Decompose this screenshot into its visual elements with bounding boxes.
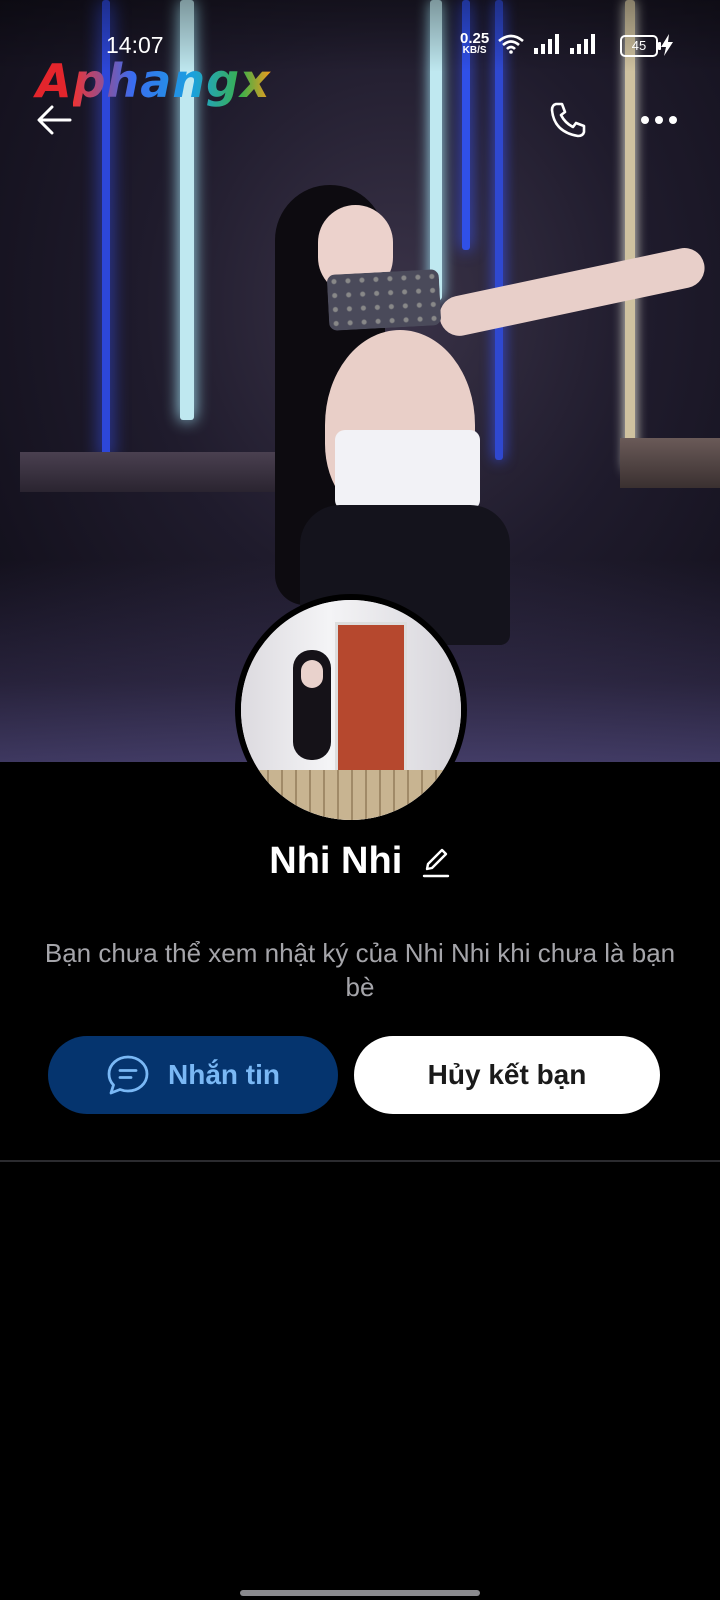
avatar-image <box>241 600 461 820</box>
message-button-label: Nhắn tin <box>168 1059 280 1090</box>
wifi-icon <box>498 34 524 54</box>
pencil-icon[interactable] <box>421 845 451 879</box>
network-speed-unit: KB/S <box>462 45 487 56</box>
person-top <box>335 430 480 510</box>
signal-icon <box>534 34 559 54</box>
shelf <box>620 438 720 488</box>
arrow-left-icon[interactable] <box>34 100 74 140</box>
diary-locked-notice: Bạn chưa thể xem nhật ký của Nhi Nhi khi… <box>44 938 676 1002</box>
watermark-logo-part: phangx <box>72 54 271 108</box>
avatar-floor <box>241 770 461 820</box>
more-horizontal-icon[interactable] <box>638 108 680 132</box>
network-speed-value: 0.25 <box>460 30 490 47</box>
message-button[interactable]: Nhắn tin <box>48 1036 338 1114</box>
shelf <box>20 452 280 492</box>
chat-bubble-icon <box>107 1055 149 1095</box>
profile-name: Nhi Nhi <box>269 840 403 882</box>
battery-indicator: 45 <box>620 35 661 57</box>
phone-in-photo <box>326 269 442 331</box>
profile-name-row: Nhi Nhi <box>0 840 720 892</box>
avatar-door <box>335 622 407 788</box>
person-arm <box>435 244 709 340</box>
divider <box>0 1160 720 1162</box>
unfriend-button[interactable]: Hủy kết bạn <box>354 1036 660 1114</box>
avatar-face <box>301 660 323 688</box>
avatar[interactable] <box>235 594 467 826</box>
signal-icon <box>570 34 595 54</box>
gesture-home-bar[interactable] <box>240 1590 480 1596</box>
charging-icon <box>661 34 673 56</box>
phone-icon[interactable] <box>546 98 590 142</box>
network-speed: 0.25 KB/S <box>460 31 489 56</box>
unfriend-button-label: Hủy kết bạn <box>427 1059 587 1090</box>
